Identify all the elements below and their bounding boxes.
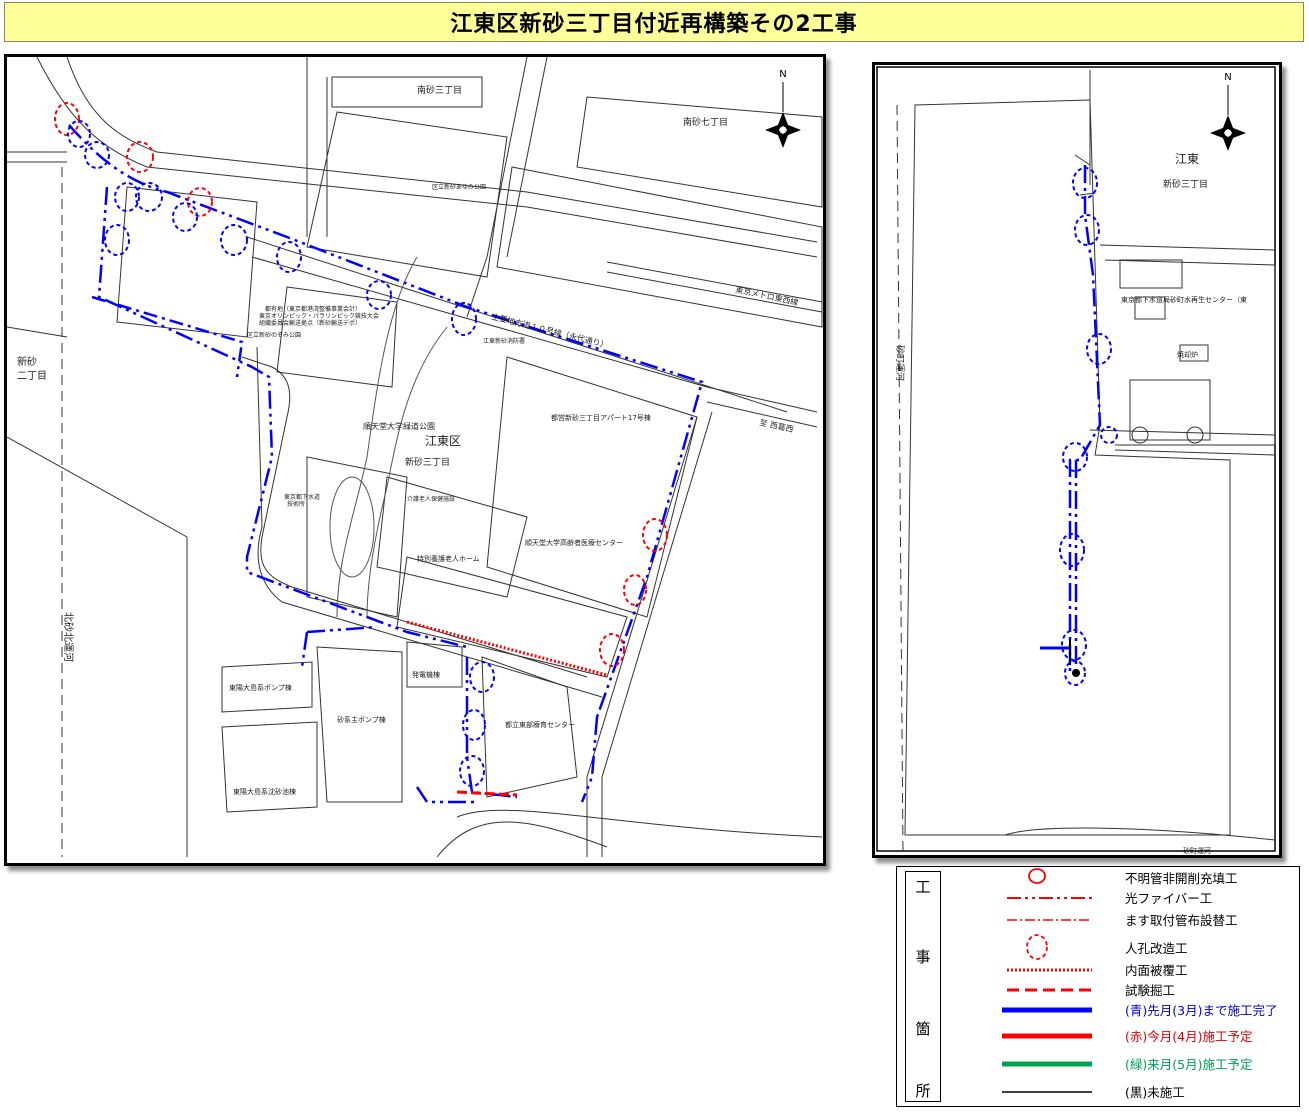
- label-shinsuna-2: 新砂二丁目: [17, 355, 47, 382]
- side-north-arrow-icon: N: [1210, 72, 1246, 151]
- legend-item-now: (赤)今月(4月)施工予定: [1002, 1029, 1253, 1044]
- label-shinsuna-3: 新砂三丁目: [405, 456, 450, 468]
- label-pump2: 東陽大島系ポンプ棟: [229, 683, 292, 692]
- side-label-shinsuna-3: 新砂三丁目: [1163, 178, 1208, 190]
- legend: 工 事 箇 所 不明管非開削充填工 光ファイバー工 ます取付管布設替工 人孔改造…: [896, 866, 1300, 1107]
- label-metro: 東京メトロ東西線: [735, 284, 800, 307]
- legend-item-next: (緑)来月(5月)施工予定: [1002, 1057, 1253, 1072]
- svg-text:N: N: [779, 69, 786, 80]
- legend-item-lining: 内面被覆工: [1007, 963, 1188, 978]
- label-pump: 砂系主ポンプ棟: [337, 715, 386, 724]
- label-medical: 順天堂大学高齢者医療センター: [525, 538, 623, 547]
- side-label-incinerator: 焼却炉: [1177, 350, 1198, 359]
- side-label-canal-bottom: 砂町運河: [1183, 846, 1211, 855]
- page-title: 江東区新砂三丁目付近再構築その2工事: [4, 2, 1304, 42]
- north-arrow-icon: N: [765, 69, 801, 148]
- label-nursing: 特別養護老人ホーム: [417, 554, 480, 563]
- label-day-care: 介護老人保健施設: [407, 495, 455, 503]
- side-map: N 江東 新砂三丁目 東京都下水道局砂町水再生センター（東 焼却炉 砂町運河 砂…: [872, 62, 1282, 858]
- label-generator: 発電機棟: [412, 670, 440, 679]
- side-label-center: 東京都下水道局砂町水再生センター（東: [1121, 295, 1247, 304]
- label-education: 都立東部療育センター: [505, 720, 575, 729]
- label-nozomi-park: 区立新砂のぞみ公園: [247, 331, 301, 339]
- legend-item-circle-fill: 不明管非開削充填工: [957, 867, 1297, 889]
- legend-item-trial: 試験掘工: [1007, 983, 1176, 998]
- label-olympic: 都有地（東京都港湾整備事業会計） 東京オリンピック・パラリンピック競技大会 組織…: [259, 305, 381, 327]
- legend-item-fiber: 光ファイバー工: [1007, 891, 1213, 906]
- label-park: 順天堂大学緑道公園: [363, 421, 435, 431]
- legend-item-none: (黒)未施工: [1002, 1085, 1185, 1100]
- label-apartment: 都営新砂三丁目アパート17号棟: [551, 413, 651, 422]
- label-flood: 東京都下水道技術所: [284, 493, 320, 508]
- side-label-koto: 江東: [1175, 152, 1199, 166]
- label-koto-ku: 江東区: [425, 434, 461, 448]
- label-west: 至 西葛西: [759, 417, 795, 434]
- legend-item-manhole: 人孔改造工: [957, 933, 1297, 960]
- label-minami-sana-3: 南砂三丁目: [417, 84, 462, 96]
- label-fire: 江東新砂消防署: [483, 337, 525, 345]
- legend-item-lateral: ます取付管布設替工: [1007, 913, 1238, 928]
- label-sand: 東陽大島系沈砂池棟: [233, 787, 296, 796]
- svg-text:N: N: [1224, 72, 1231, 83]
- legend-item-done: (青)先月(3月)まで施工完了: [1002, 1003, 1278, 1018]
- main-map: N 南砂三丁目 南砂七丁目 新砂二丁目 江東区 新砂三丁目 東京メトロ東西線 主…: [4, 54, 826, 866]
- label-minami-sana-7: 南砂七丁目: [683, 116, 728, 128]
- label-kitasuna-canal: 北砂北運河: [62, 612, 75, 662]
- label-ayumi-park: 区立新砂あゆみ公園: [432, 183, 486, 191]
- side-label-canal: 砂町運河: [894, 345, 906, 381]
- legend-side-label: 工 事 箇 所: [905, 871, 941, 1102]
